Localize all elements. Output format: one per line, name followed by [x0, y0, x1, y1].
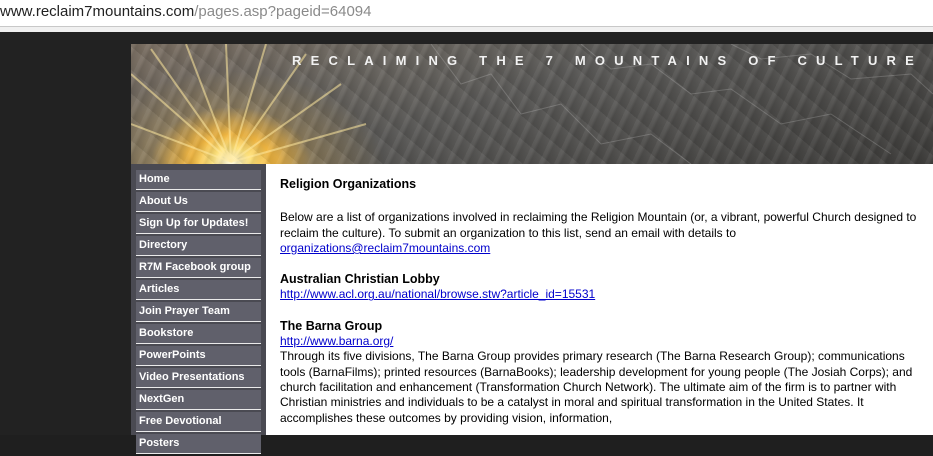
org-entry: Australian Christian Lobby http://www.ac…	[280, 272, 925, 303]
nav-item-bookstore[interactable]: Bookstore	[136, 324, 261, 344]
header-banner: RECLAIMING THE 7 MOUNTAINS OF CULTURE	[131, 44, 933, 164]
sidebar: Home About Us Sign Up for Updates! Direc…	[131, 164, 266, 454]
org-entry: The Barna Group http://www.barna.org/ Th…	[280, 319, 925, 426]
nav-item-free-devotional[interactable]: Free Devotional	[136, 412, 261, 432]
nav-item-articles[interactable]: Articles	[136, 280, 261, 300]
org-url-link[interactable]: http://www.acl.org.au/national/browse.st…	[280, 287, 595, 301]
nav-item-posters[interactable]: Posters	[136, 434, 261, 454]
nav-item-sign-up-for-updates[interactable]: Sign Up for Updates!	[136, 214, 261, 234]
url-host: www.reclaim7mountains.com	[0, 3, 195, 20]
sidebar-nav: Home About Us Sign Up for Updates! Direc…	[136, 170, 261, 456]
nav-item-about-us[interactable]: About Us	[136, 192, 261, 212]
submit-email-link[interactable]: organizations@reclaim7mountains.com	[280, 241, 490, 255]
intro-text: Below are a list of organizations involv…	[280, 210, 917, 240]
nav-item-directory[interactable]: Directory	[136, 236, 261, 256]
nav-item-nextgen[interactable]: NextGen	[136, 390, 261, 410]
nav-item-video-presentations[interactable]: Video Presentations	[136, 368, 261, 388]
intro-paragraph: Below are a list of organizations involv…	[280, 210, 925, 256]
nav-item-r7m-facebook-group[interactable]: R7M Facebook group	[136, 258, 261, 278]
url-path: /pages.asp?pageid=64094	[194, 3, 372, 20]
nav-item-home[interactable]: Home	[136, 170, 261, 190]
org-url-link[interactable]: http://www.barna.org/	[280, 334, 393, 348]
banner-title: RECLAIMING THE 7 MOUNTAINS OF CULTURE	[292, 53, 923, 68]
org-name: The Barna Group	[280, 318, 383, 333]
org-description: Through its five divisions, The Barna Gr…	[280, 349, 913, 425]
org-name: Australian Christian Lobby	[280, 272, 440, 287]
page-title: Religion Organizations	[280, 177, 417, 191]
nav-item-join-prayer-team[interactable]: Join Prayer Team	[136, 302, 261, 322]
main-content: Religion Organizations Below are a list …	[280, 177, 925, 442]
site-container: RECLAIMING THE 7 MOUNTAINS OF CULTURE Ho…	[131, 44, 933, 454]
nav-item-powerpoints[interactable]: PowerPoints	[136, 346, 261, 366]
address-bar[interactable]: www.reclaim7mountains.com/pages.asp?page…	[0, 0, 933, 27]
